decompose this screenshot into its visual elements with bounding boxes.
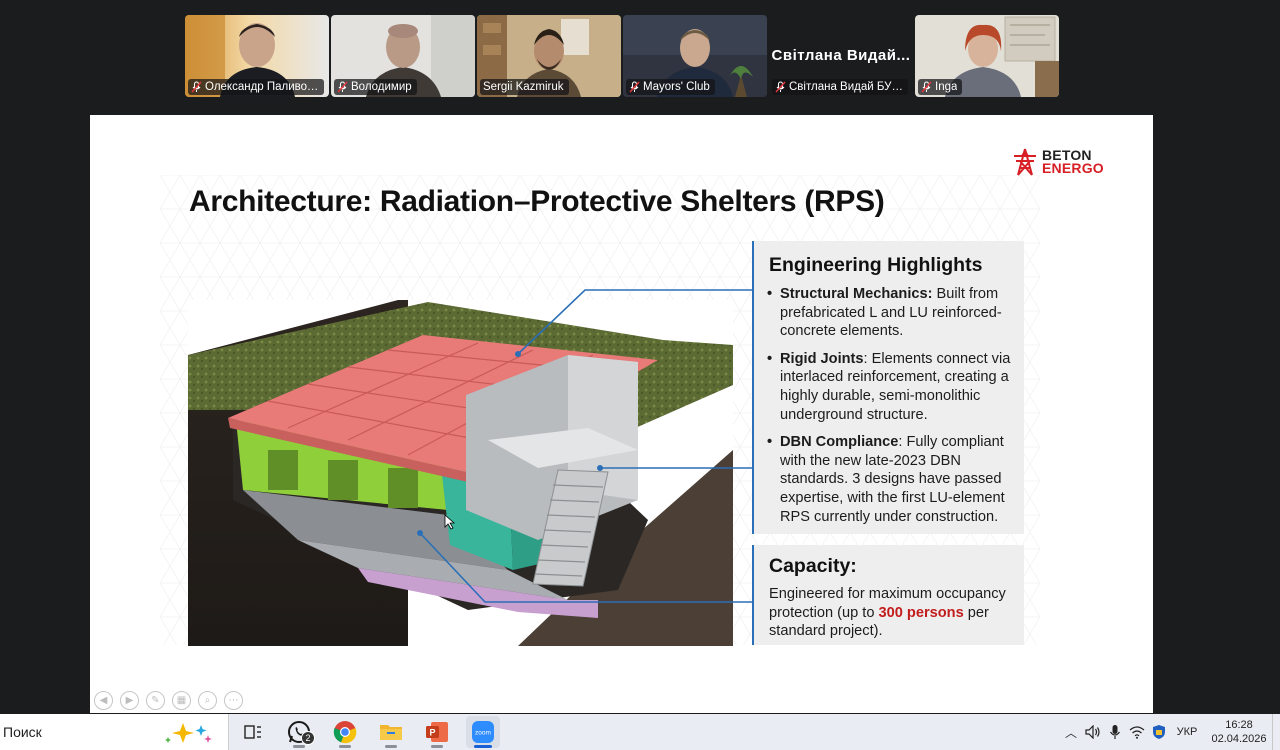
capacity-panel: Capacity: Engineered for maximum occupan…: [752, 545, 1024, 645]
powerpoint-taskbar-button[interactable]: P: [420, 716, 454, 748]
zoom-taskbar-button[interactable]: zoom: [466, 716, 500, 748]
participant-nameplate: Олександр Паливода: [188, 79, 324, 95]
participant-tile[interactable]: Володимир: [331, 15, 475, 97]
panel-accent-bar: [752, 545, 754, 645]
pen-icon[interactable]: ✎: [146, 691, 165, 710]
mic-muted-icon: [775, 81, 786, 93]
speaker-icon[interactable]: [1082, 721, 1104, 743]
slides-grid-icon[interactable]: ▦: [172, 691, 191, 710]
copilot-sparkle-icon: [165, 723, 212, 743]
zoom-meeting-window: Олександр Паливода Володимир Sergii Kazm…: [0, 0, 1280, 750]
svg-text:P: P: [429, 728, 435, 738]
mic-muted-icon: [921, 81, 932, 93]
participant-name: Світлана Видай БУРШ...: [789, 81, 903, 93]
mic-muted-icon: [191, 81, 202, 93]
capacity-highlight: 300 persons: [878, 604, 964, 621]
bullet-label: DBN Compliance: [780, 434, 899, 451]
previous-slide-icon[interactable]: ◀: [94, 691, 113, 710]
shared-screen-slide: BETON ENERGO Architecture: Radiation–Pro…: [90, 115, 1153, 713]
participant-name: Sergii Kazmiruk: [483, 81, 564, 93]
taskbar-search-box[interactable]: Поиск: [0, 714, 229, 750]
highlights-heading: Engineering Highlights: [769, 254, 983, 276]
participant-name: Mayors' Club: [643, 81, 710, 93]
notification-badge: 2: [301, 731, 315, 745]
show-desktop-button[interactable]: [1272, 714, 1280, 750]
clock-date: 02.04.2026: [1211, 733, 1267, 745]
folder-icon: [380, 725, 402, 740]
chrome-icon: [333, 721, 357, 744]
capacity-text: Engineered for maximum occupancy protect…: [769, 585, 1019, 641]
clock-time: 16:28: [1225, 719, 1253, 731]
slide-control-toolbar: ◀ ▶ ✎ ▦ ⌕ ⋯: [94, 691, 243, 710]
more-options-icon[interactable]: ⋯: [224, 691, 243, 710]
participant-nameplate: Sergii Kazmiruk: [480, 79, 569, 95]
power-tower-icon: [1014, 148, 1036, 176]
task-view-icon: [244, 725, 261, 739]
list-item: DBN Compliance: Fully compliant with the…: [767, 433, 1021, 526]
panel-accent-bar: [752, 241, 754, 534]
running-indicator: [339, 745, 351, 748]
microphone-icon[interactable]: [1104, 721, 1126, 743]
running-indicator: [293, 745, 305, 748]
participant-display-name: Світлана Видай...: [771, 47, 911, 64]
zoom-icon[interactable]: ⌕: [198, 691, 217, 710]
whatsapp-taskbar-button[interactable]: 2: [282, 716, 316, 748]
engineering-highlights-panel: Engineering Highlights Structural Mechan…: [752, 241, 1024, 534]
mic-muted-icon: [629, 81, 640, 93]
participant-name: Володимир: [351, 81, 412, 93]
participant-nameplate: Світлана Видай БУРШ...: [772, 79, 908, 95]
next-slide-icon[interactable]: ▶: [120, 691, 139, 710]
shelter-cutaway-illustration: [188, 300, 733, 646]
bullet-label: Rigid Joints: [780, 350, 864, 367]
list-item: Rigid Joints: Elements connect via inter…: [767, 350, 1021, 424]
participant-tile[interactable]: Mayors' Club: [623, 15, 767, 97]
participant-name: Олександр Паливода: [205, 81, 319, 93]
highlights-list: Structural Mechanics: Built from prefabr…: [767, 285, 1021, 535]
taskbar-pinned-apps: 2 P zoom: [236, 716, 500, 748]
chevron-up-icon[interactable]: ︿: [1060, 721, 1082, 743]
logo-line-2: ENERGO: [1042, 160, 1104, 176]
bullet-label: Structural Mechanics:: [780, 286, 933, 302]
participant-nameplate: Володимир: [334, 79, 417, 95]
list-item: Structural Mechanics: Built from prefabr…: [767, 285, 1021, 341]
chrome-taskbar-button[interactable]: [328, 716, 362, 748]
windows-taskbar: Поиск 2 P zoom ︿ УКР 16:28 02.04.2026: [0, 714, 1280, 750]
task-view-button[interactable]: [236, 716, 270, 748]
beton-energo-logo: BETON ENERGO: [1012, 148, 1104, 176]
participant-strip: Олександр Паливода Володимир Sergii Kazm…: [185, 15, 1059, 97]
running-indicator: [474, 745, 492, 748]
running-indicator: [431, 745, 443, 748]
participant-tile[interactable]: Олександр Паливода: [185, 15, 329, 97]
taskbar-clock[interactable]: 16:28 02.04.2026: [1206, 718, 1272, 746]
security-shield-icon[interactable]: [1148, 721, 1170, 743]
running-indicator: [385, 745, 397, 748]
zoom-icon: zoom: [472, 721, 494, 743]
participant-tile-no-video[interactable]: Світлана Видай... Світлана Видай БУРШ...: [769, 15, 913, 97]
svg-text:zoom: zoom: [475, 730, 491, 737]
system-tray: ︿ УКР 16:28 02.04.2026: [1060, 714, 1280, 750]
mic-muted-icon: [337, 81, 348, 93]
input-language-indicator[interactable]: УКР: [1176, 721, 1198, 743]
slide-title: Architecture: Radiation–Protective Shelt…: [189, 185, 885, 218]
wifi-icon[interactable]: [1126, 721, 1148, 743]
participant-tile[interactable]: Inga: [915, 15, 1059, 97]
participant-name: Inga: [935, 81, 958, 93]
file-explorer-taskbar-button[interactable]: [374, 716, 408, 748]
participant-nameplate: Mayors' Club: [626, 79, 715, 95]
participant-nameplate: Inga: [918, 79, 963, 95]
powerpoint-icon: P: [426, 722, 448, 742]
capacity-heading: Capacity:: [769, 555, 857, 577]
search-label: Поиск: [3, 724, 42, 740]
participant-tile-active-speaker[interactable]: Sergii Kazmiruk: [477, 15, 621, 97]
